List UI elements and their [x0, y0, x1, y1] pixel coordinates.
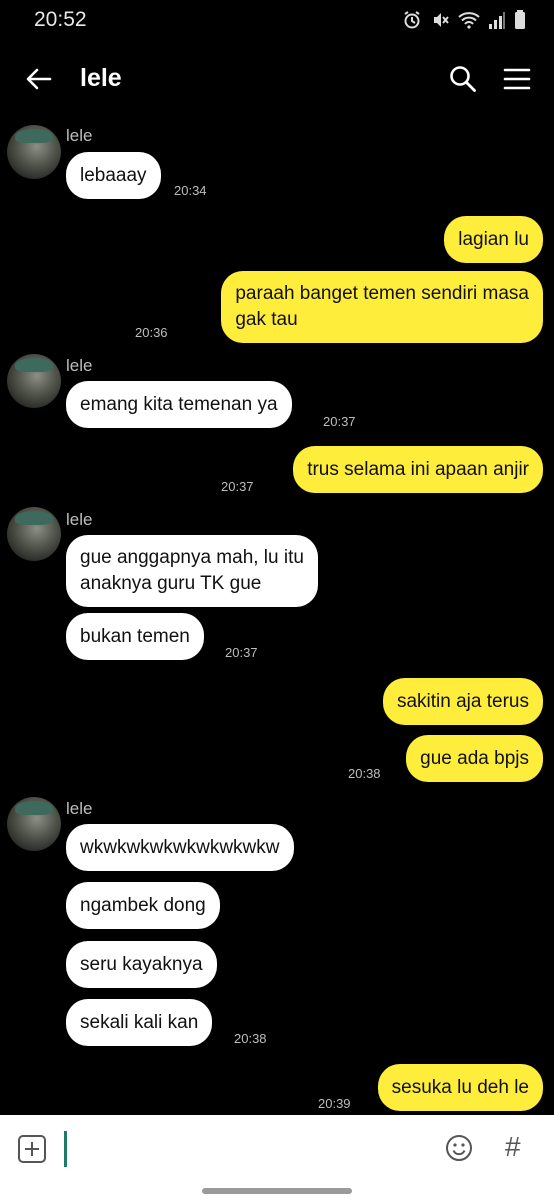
plus-icon[interactable]: [16, 1133, 48, 1165]
message-input[interactable]: [64, 1131, 67, 1167]
message-bubble-incoming[interactable]: bukan temen: [66, 613, 204, 660]
hashtag-icon[interactable]: #: [505, 1131, 521, 1163]
message-time: 20:36: [135, 325, 168, 340]
message-bubble-incoming[interactable]: seru kayaknya: [66, 941, 217, 988]
message-bubble-outgoing[interactable]: paraah banget temen sendiri masa gak tau: [221, 271, 543, 343]
chat-messages[interactable]: lele lebaaay 20:34 lagian lu paraah bang…: [0, 0, 554, 1115]
avatar[interactable]: [7, 507, 61, 561]
message-time: 20:37: [225, 645, 258, 660]
message-bubble-incoming[interactable]: gue anggapnya mah, lu itu anaknya guru TK…: [66, 535, 318, 607]
emoji-icon[interactable]: [444, 1133, 474, 1163]
message-bubble-incoming[interactable]: sekali kali kan: [66, 999, 213, 1046]
avatar[interactable]: [7, 354, 61, 408]
message-time: 20:37: [323, 414, 356, 429]
message-time: 20:39: [318, 1096, 351, 1111]
message-bubble-incoming[interactable]: ngambek dong: [66, 882, 220, 929]
avatar[interactable]: [7, 797, 61, 851]
avatar[interactable]: [7, 125, 61, 179]
message-bubble-outgoing[interactable]: lagian lu: [444, 216, 543, 263]
message-bubble-incoming[interactable]: emang kita temenan ya: [66, 381, 292, 428]
message-bubble-incoming[interactable]: wkwkwkwkwkwkwkwkw: [66, 824, 294, 871]
message-time: 20:34: [174, 183, 207, 198]
message-bubble-outgoing[interactable]: sakitin aja terus: [382, 678, 543, 725]
sender-name: lele: [66, 799, 93, 818]
message-bubble-outgoing[interactable]: trus selama ini apaan anjir: [293, 446, 543, 493]
message-time: 20:37: [221, 479, 254, 494]
message-time: 20:38: [348, 766, 381, 781]
home-indicator[interactable]: [202, 1188, 352, 1194]
message-bubble-incoming[interactable]: lebaaay: [66, 152, 161, 199]
sender-name: lele: [66, 510, 93, 529]
message-bubble-outgoing[interactable]: sesuka lu deh le: [377, 1064, 543, 1111]
message-time: 20:38: [234, 1031, 267, 1046]
sender-name: lele: [66, 126, 93, 145]
message-bubble-outgoing[interactable]: gue ada bpjs: [406, 735, 543, 782]
sender-name: lele: [66, 356, 93, 375]
